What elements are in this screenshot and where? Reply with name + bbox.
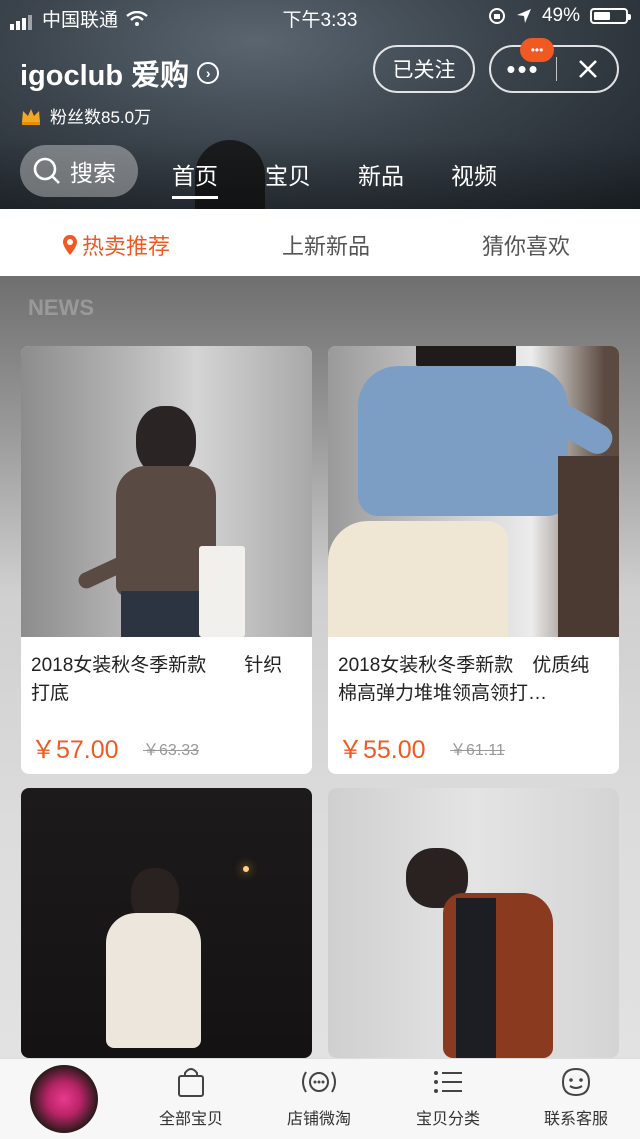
search-label: 搜索 [70, 160, 116, 186]
fans-count: 粉丝数85.0万 [20, 103, 151, 128]
tab-home[interactable]: 首页 [172, 157, 218, 199]
product-card[interactable]: 2018女装秋冬季新款 优质纯棉高弹力堆堆领高领打… ￥55.00 ￥61.11 [328, 346, 619, 774]
rotation-lock-icon [488, 8, 505, 24]
message-badge: ••• [520, 38, 554, 62]
status-bar: 中国联通 下午3:33 49% [0, 0, 640, 32]
contact-service-button[interactable]: 联系客服 [521, 1065, 631, 1129]
customer-service-icon [561, 1067, 591, 1097]
product-card[interactable] [21, 788, 312, 1058]
banner-text: NEWS [28, 295, 94, 320]
store-name-label: igoclub 爱购 [20, 60, 190, 92]
product-image[interactable] [328, 346, 619, 637]
store-weitao-button[interactable]: 店铺微淘 [264, 1065, 374, 1129]
status-right: 49% [488, 5, 631, 27]
store-name[interactable]: igoclub 爱购 › [20, 52, 220, 94]
search-button[interactable]: 搜索 [20, 145, 138, 197]
product-image[interactable] [21, 788, 312, 1058]
product-name: 2018女装秋冬季新款 优质纯棉高弹力堆堆领高领打… [338, 655, 590, 704]
bottom-bar: 全部宝贝 店铺微淘 宝贝分类 联系客服 [0, 1058, 640, 1139]
battery-percent: 49% [541, 5, 580, 26]
search-icon [33, 157, 60, 184]
followed-button[interactable]: 已关注 [373, 45, 475, 93]
menu-capsule: ••• [489, 45, 619, 93]
product-old-price: ￥63.33 [143, 742, 200, 759]
store-weitao-label: 店铺微淘 [286, 1111, 351, 1128]
product-price: ￥55.00 [338, 736, 426, 764]
subtab-guess[interactable]: 猜你喜欢 [482, 229, 570, 261]
broadcast-icon [302, 1071, 336, 1093]
all-items-label: 全部宝贝 [158, 1111, 223, 1128]
tab-video[interactable]: 视频 [451, 157, 497, 191]
subtab-new[interactable]: 上新新品 [282, 229, 370, 261]
product-card[interactable]: 2018女装秋冬季新款 针织打底 ￥57.00 ￥63.33 [21, 346, 312, 774]
location-arrow-icon [516, 9, 531, 23]
product-card[interactable] [328, 788, 619, 1058]
categories-label: 宝贝分类 [415, 1111, 480, 1128]
close-icon [579, 60, 597, 78]
product-old-price: ￥61.11 [450, 742, 505, 759]
categories-button[interactable]: 宝贝分类 [393, 1065, 503, 1129]
chevron-right-icon: › [197, 62, 220, 84]
battery-icon [590, 8, 631, 24]
subtab-hot[interactable]: 热卖推荐 [62, 229, 170, 261]
crown-icon [22, 108, 40, 125]
all-items-button[interactable]: 全部宝贝 [136, 1065, 246, 1129]
tab-new[interactable]: 新品 [358, 157, 404, 191]
product-name: 2018女装秋冬季新款 针织打底 [31, 655, 283, 704]
shopping-bag-icon [178, 1068, 204, 1097]
fans-label: 粉丝数85.0万 [50, 108, 152, 127]
subtab-hot-label: 热卖推荐 [82, 234, 171, 259]
list-icon [434, 1071, 462, 1093]
store-avatar[interactable] [30, 1065, 98, 1133]
sub-tabs: 热卖推荐 上新新品 猜你喜欢 [0, 209, 640, 276]
product-image[interactable] [328, 788, 619, 1058]
product-image[interactable] [21, 346, 312, 637]
tab-items[interactable]: 宝贝 [265, 157, 311, 191]
location-pin-icon [63, 235, 77, 255]
contact-service-label: 联系客服 [543, 1111, 608, 1128]
close-button[interactable] [557, 47, 619, 91]
product-price: ￥57.00 [31, 736, 119, 764]
